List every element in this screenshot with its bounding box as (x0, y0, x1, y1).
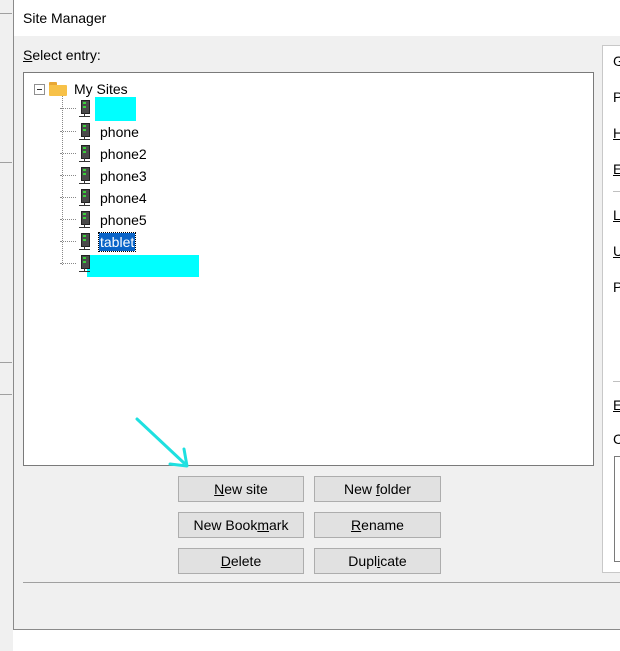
server-icon (79, 211, 91, 229)
new-folder-button[interactable]: New folder (314, 476, 441, 502)
title-bar: Site Manager (14, 0, 620, 36)
new-bookmark-button-text-b: ark (269, 517, 289, 533)
tree-connector (60, 153, 76, 155)
field-label-clipped: C (613, 431, 620, 447)
folder-icon (49, 82, 67, 96)
tree-connector (60, 219, 76, 221)
tree-connector (60, 197, 76, 199)
new-site-button[interactable]: New site (178, 476, 304, 502)
delete-button-text: elete (230, 553, 262, 569)
tree-item-label: phone4 (100, 190, 147, 206)
tree-item-label: phone (100, 124, 139, 140)
site-tree[interactable]: My Sites phone phone2 phone3 phone4 phon… (23, 72, 594, 466)
site-manager-dialog: Site Manager Select entry: My Sites phon… (13, 0, 620, 630)
divider (0, 394, 12, 395)
divider (0, 362, 12, 363)
window-title: Site Manager (23, 10, 107, 26)
comments-textarea-clipped[interactable] (614, 456, 620, 562)
tree-item-phone2[interactable]: phone2 (60, 143, 148, 165)
rename-button[interactable]: Rename (314, 512, 441, 538)
new-bookmark-button[interactable]: New Bookmark (178, 512, 304, 538)
delete-button[interactable]: Delete (178, 548, 304, 574)
dialog-separator (23, 582, 620, 583)
server-icon (79, 100, 91, 118)
tree-item-redacted-1[interactable] (60, 97, 136, 121)
duplicate-button[interactable]: Duplicate (314, 548, 441, 574)
new-folder-button-text-b: older (379, 481, 411, 497)
tree-item-phone3[interactable]: phone3 (60, 165, 148, 187)
tab-general[interactable]: G (613, 53, 620, 69)
server-icon (79, 233, 91, 251)
field-label-clipped: P (613, 279, 620, 295)
rename-button-text: ename (361, 517, 404, 533)
tree-item-phone4[interactable]: phone4 (60, 187, 148, 209)
tree-connector (60, 108, 76, 110)
field-label-clipped: H (613, 125, 620, 141)
collapse-toggle-icon[interactable] (34, 83, 45, 95)
field-label-clipped: L (613, 207, 620, 223)
select-entry-label: Select entry: (23, 47, 101, 63)
divider (0, 13, 12, 14)
tree-connector (60, 263, 76, 265)
field-label-clipped: P (613, 89, 620, 105)
new-site-button-text: ew site (224, 481, 268, 497)
tree-item-redacted-2[interactable] (60, 253, 199, 277)
duplicate-button-text-a: Dupl (348, 553, 378, 569)
divider (613, 381, 620, 382)
server-icon (79, 255, 91, 273)
tree-item-label: phone5 (100, 212, 147, 228)
duplicate-button-text-b: cate (380, 553, 407, 569)
redaction-box (95, 97, 136, 121)
tree-root-my-sites[interactable]: My Sites (34, 79, 129, 99)
divider (613, 191, 620, 192)
server-icon (79, 167, 91, 185)
new-folder-button-text-a: New (344, 481, 376, 497)
tree-connector (60, 131, 76, 133)
field-label-clipped: U (613, 243, 620, 259)
field-label-clipped: E (613, 397, 620, 413)
server-icon (79, 189, 91, 207)
tree-item-label: phone3 (100, 168, 147, 184)
redaction-box (87, 255, 199, 277)
new-bookmark-button-text-a: New Book (193, 517, 258, 533)
tree-item-label-selected: tablet (97, 232, 137, 252)
server-icon (79, 145, 91, 163)
tree-item-label: phone2 (100, 146, 147, 162)
tree-root-label: My Sites (74, 81, 128, 97)
tree-connector (60, 175, 76, 177)
server-icon (79, 123, 91, 141)
site-settings-panel-clipped: G P H E L U P E C (602, 45, 620, 573)
tree-item-phone5[interactable]: phone5 (60, 209, 148, 231)
field-label-clipped: E (613, 161, 620, 177)
select-entry-text: elect entry: (32, 47, 101, 63)
tree-connector (60, 241, 76, 243)
background-window-edge (0, 0, 13, 651)
tree-item-phone[interactable]: phone (60, 121, 140, 143)
divider (0, 162, 12, 163)
tree-item-tablet[interactable]: tablet (60, 231, 137, 253)
